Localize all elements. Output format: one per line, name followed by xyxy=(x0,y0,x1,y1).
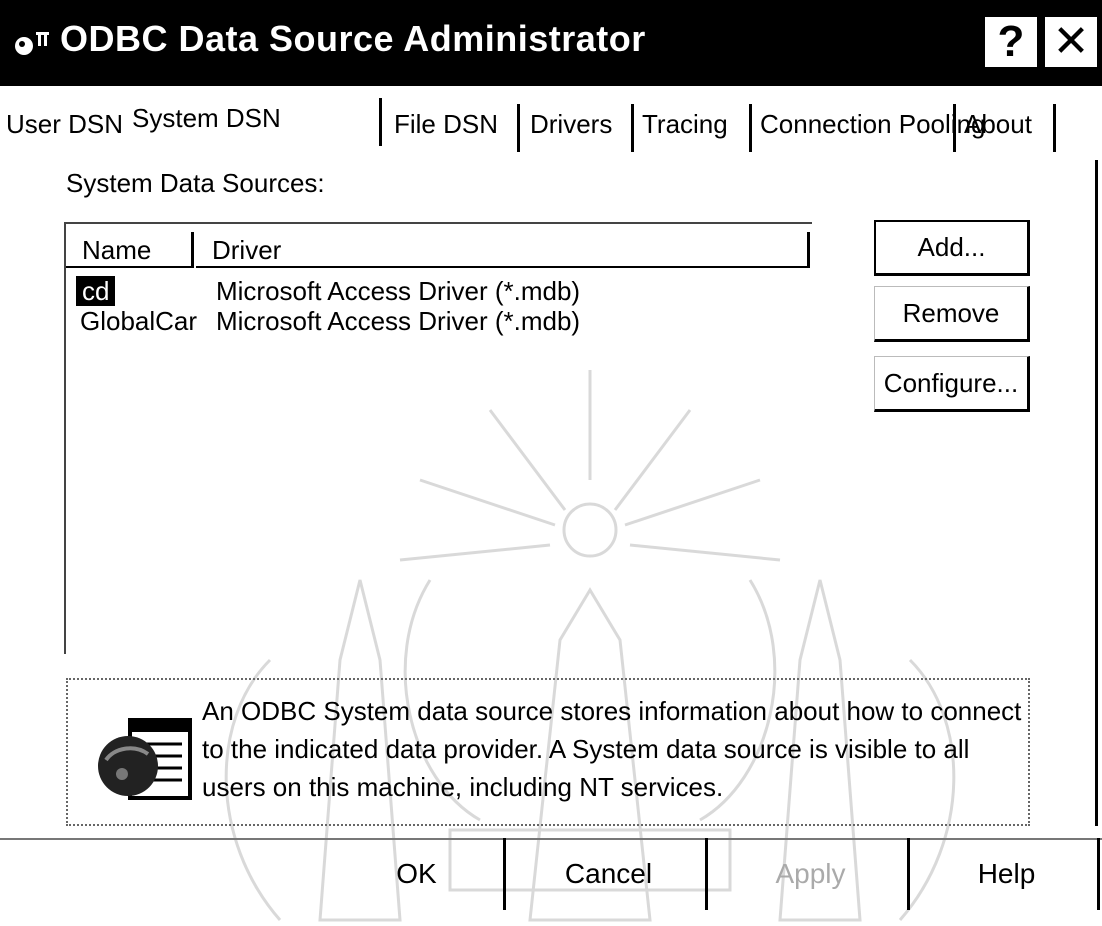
remove-button[interactable]: Remove xyxy=(874,286,1030,342)
cancel-button[interactable]: Cancel xyxy=(512,838,708,910)
question-mark-icon: ? xyxy=(997,17,1025,66)
info-description: An ODBC System data source stores inform… xyxy=(202,696,1022,802)
ok-button[interactable]: OK xyxy=(330,838,506,910)
list-item[interactable]: GlobalCar Microsoft Access Driver (*.mdb… xyxy=(66,306,812,336)
close-button[interactable]: ✕ xyxy=(1042,14,1100,70)
configure-button[interactable]: Configure... xyxy=(874,356,1030,412)
close-icon: ✕ xyxy=(1052,17,1090,66)
tab-file-dsn[interactable]: File DSN xyxy=(388,104,520,152)
window-title: ODBC Data Source Administrator xyxy=(60,18,646,59)
help-footer-button[interactable]: Help xyxy=(916,838,1100,910)
column-header-name[interactable]: Name xyxy=(66,232,194,268)
help-button[interactable]: ? xyxy=(982,14,1040,70)
tab-user-dsn[interactable]: User DSN xyxy=(0,104,129,152)
column-header-driver[interactable]: Driver xyxy=(196,232,810,268)
add-button[interactable]: Add... xyxy=(874,220,1030,276)
tab-drivers[interactable]: Drivers xyxy=(524,104,634,152)
system-data-sources-label: System Data Sources: xyxy=(66,168,325,198)
data-source-driver: Microsoft Access Driver (*.mdb) xyxy=(216,306,581,336)
data-source-list[interactable]: Name Driver cd Microsoft Access Driver (… xyxy=(64,222,812,654)
list-header: Name Driver xyxy=(66,232,812,268)
tab-connection-pooling[interactable]: Connection Pooling xyxy=(754,104,986,152)
tab-strip: User DSN System DSN File DSN Drivers Tra… xyxy=(0,96,1102,160)
tab-about[interactable]: About xyxy=(958,104,1056,152)
data-source-name: cd xyxy=(76,276,116,306)
data-source-driver: Microsoft Access Driver (*.mdb) xyxy=(216,276,581,306)
database-info-icon xyxy=(98,718,192,800)
info-box: An ODBC System data source stores inform… xyxy=(66,678,1030,826)
list-item[interactable]: cd Microsoft Access Driver (*.mdb) xyxy=(66,276,812,306)
tab-system-dsn[interactable]: System DSN xyxy=(126,98,382,146)
odbc-app-icon xyxy=(15,32,49,55)
apply-button[interactable]: Apply xyxy=(714,838,910,910)
tab-tracing[interactable]: Tracing xyxy=(636,104,752,152)
data-source-name: GlobalCar xyxy=(80,306,198,336)
title-bar: ODBC Data Source Administrator ? ✕ xyxy=(0,0,1102,86)
